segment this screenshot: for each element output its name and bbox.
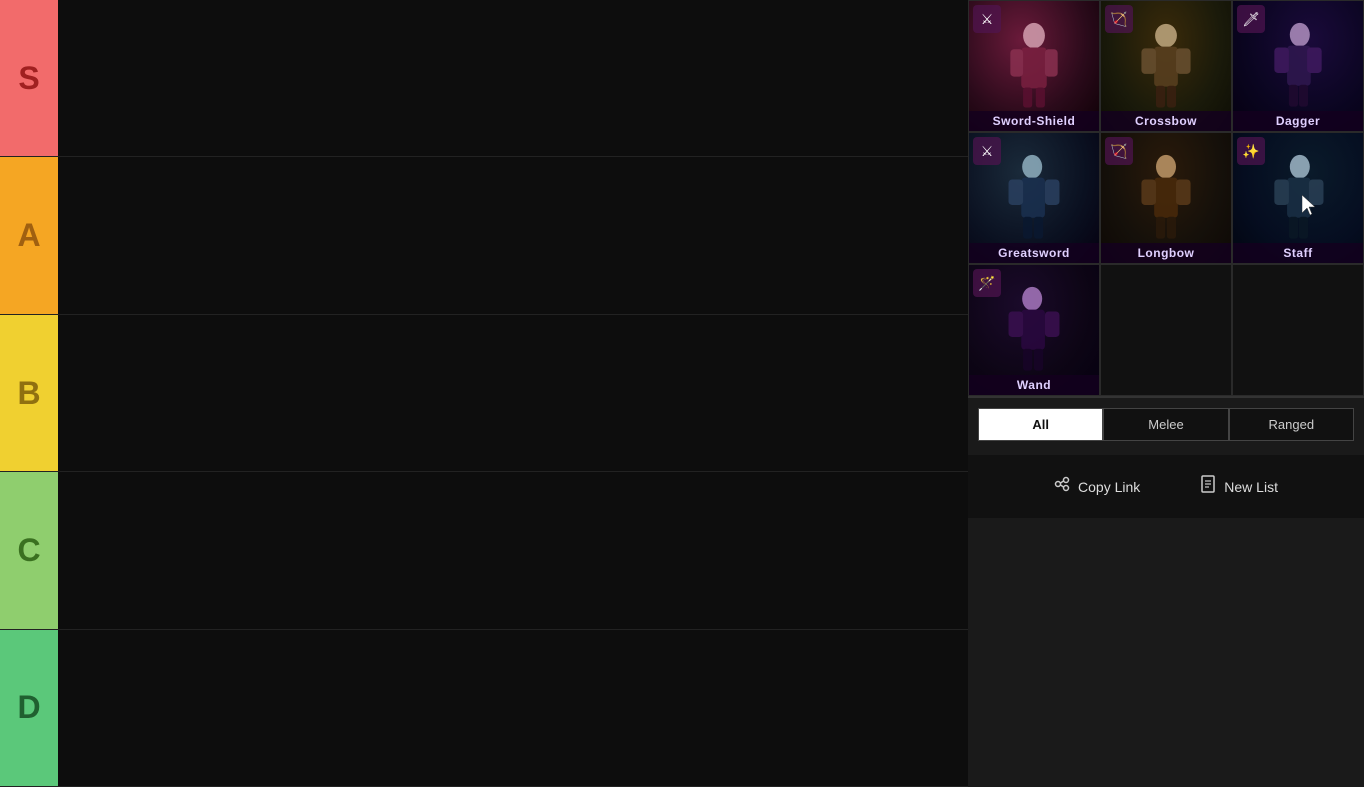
filter-ranged[interactable]: Ranged [1229,408,1354,441]
weapon-icon-greatsword: ⚔ [973,137,1001,165]
weapon-card-staff[interactable]: ✨ Staff [1232,132,1364,264]
weapon-name-wand: Wand [969,375,1099,395]
sidebar: ⚔ Sword-Shield 🏹 Crossbow [968,0,1364,787]
tier-label-d: D [0,630,58,786]
tier-label-c: C [0,472,58,628]
tier-content-a[interactable] [58,157,968,313]
weapon-icon-dagger: 🗡 [1237,5,1265,33]
tier-content-s[interactable] [58,0,968,156]
new-list-button[interactable]: New List [1170,465,1308,508]
new-list-label: New List [1224,479,1278,495]
tier-row-c: C [0,472,968,629]
weapon-card-longbow[interactable]: 🏹 Longbow [1100,132,1232,264]
filter-bar: All Melee Ranged [968,398,1364,451]
weapon-card-dagger[interactable]: 🗡 Dagger [1232,0,1364,132]
tier-row-a: A [0,157,968,314]
weapon-card-sword-shield[interactable]: ⚔ Sword-Shield [968,0,1100,132]
tier-label-s: S [0,0,58,156]
tier-row-s: S [0,0,968,157]
tier-list: S A B C D [0,0,968,787]
new-list-icon [1200,475,1216,498]
weapon-name-greatsword: Greatsword [969,243,1099,263]
tier-label-b: B [0,315,58,471]
tier-label-a: A [0,157,58,313]
weapon-icon-wand: 🪄 [973,269,1001,297]
tier-content-d[interactable] [58,630,968,786]
weapon-icon-sword-shield: ⚔ [973,5,1001,33]
tier-content-b[interactable] [58,315,968,471]
grid-empty-1 [1100,264,1232,396]
weapon-name-staff: Staff [1233,243,1363,263]
grid-empty-2 [1232,264,1364,396]
tier-row-b: B [0,315,968,472]
filter-melee[interactable]: Melee [1103,408,1228,441]
copy-link-label: Copy Link [1078,479,1140,495]
copy-link-button[interactable]: Copy Link [1024,466,1170,507]
copy-link-icon [1054,476,1070,497]
tier-row-d: D [0,630,968,787]
weapon-icon-longbow: 🏹 [1105,137,1133,165]
weapon-card-crossbow[interactable]: 🏹 Crossbow [1100,0,1232,132]
weapon-grid: ⚔ Sword-Shield 🏹 Crossbow [968,0,1364,398]
filter-all[interactable]: All [978,408,1103,441]
weapon-name-sword-shield: Sword-Shield [969,111,1099,131]
weapon-icon-staff: ✨ [1237,137,1265,165]
weapon-name-dagger: Dagger [1233,111,1363,131]
weapon-name-crossbow: Crossbow [1101,111,1231,131]
weapon-name-longbow: Longbow [1101,243,1231,263]
action-bar: Copy Link New List [968,455,1364,518]
weapon-card-wand[interactable]: 🪄 Wand [968,264,1100,396]
tier-content-c[interactable] [58,472,968,628]
weapon-icon-crossbow: 🏹 [1105,5,1133,33]
weapon-card-greatsword[interactable]: ⚔ Greatsword [968,132,1100,264]
